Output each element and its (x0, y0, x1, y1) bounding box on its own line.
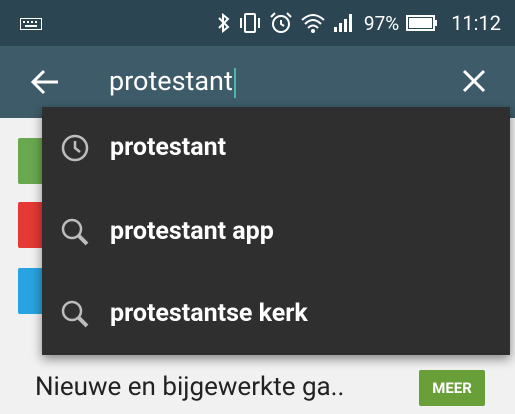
battery-icon (406, 15, 438, 31)
search-icon (61, 218, 89, 246)
suggestion-item[interactable]: protestant app (42, 191, 510, 273)
close-icon[interactable] (461, 68, 487, 94)
alarm-icon (270, 12, 292, 33)
search-input[interactable]: protestant (109, 64, 236, 98)
vibrate-icon (239, 13, 260, 33)
history-icon (61, 134, 89, 162)
search-icon (61, 300, 89, 328)
suggestion-item[interactable]: protestantse kerk (42, 273, 510, 355)
suggestion-label: protestant (110, 133, 227, 162)
suggestion-dropdown: protestant protestant app protestantse k… (42, 107, 510, 355)
clock: 11:12 (451, 11, 501, 35)
wifi-icon (301, 14, 325, 33)
signal-icon (333, 14, 352, 32)
text-caret (233, 67, 236, 98)
suggestion-label: protestant app (110, 217, 274, 246)
suggestion-item[interactable]: protestant (42, 107, 510, 189)
bluetooth-icon (218, 12, 230, 34)
suggestion-label: protestantse kerk (110, 299, 308, 328)
keyboard-icon (20, 18, 42, 30)
more-button[interactable]: MEER (419, 370, 485, 406)
status-bar: 97% 11:12 (0, 0, 515, 46)
section-title: Nieuwe en bijgewerkte ga.. (35, 372, 345, 402)
battery-percent: 97% (363, 11, 400, 35)
search-query: protestant (109, 65, 233, 97)
back-arrow-icon[interactable] (30, 68, 60, 96)
